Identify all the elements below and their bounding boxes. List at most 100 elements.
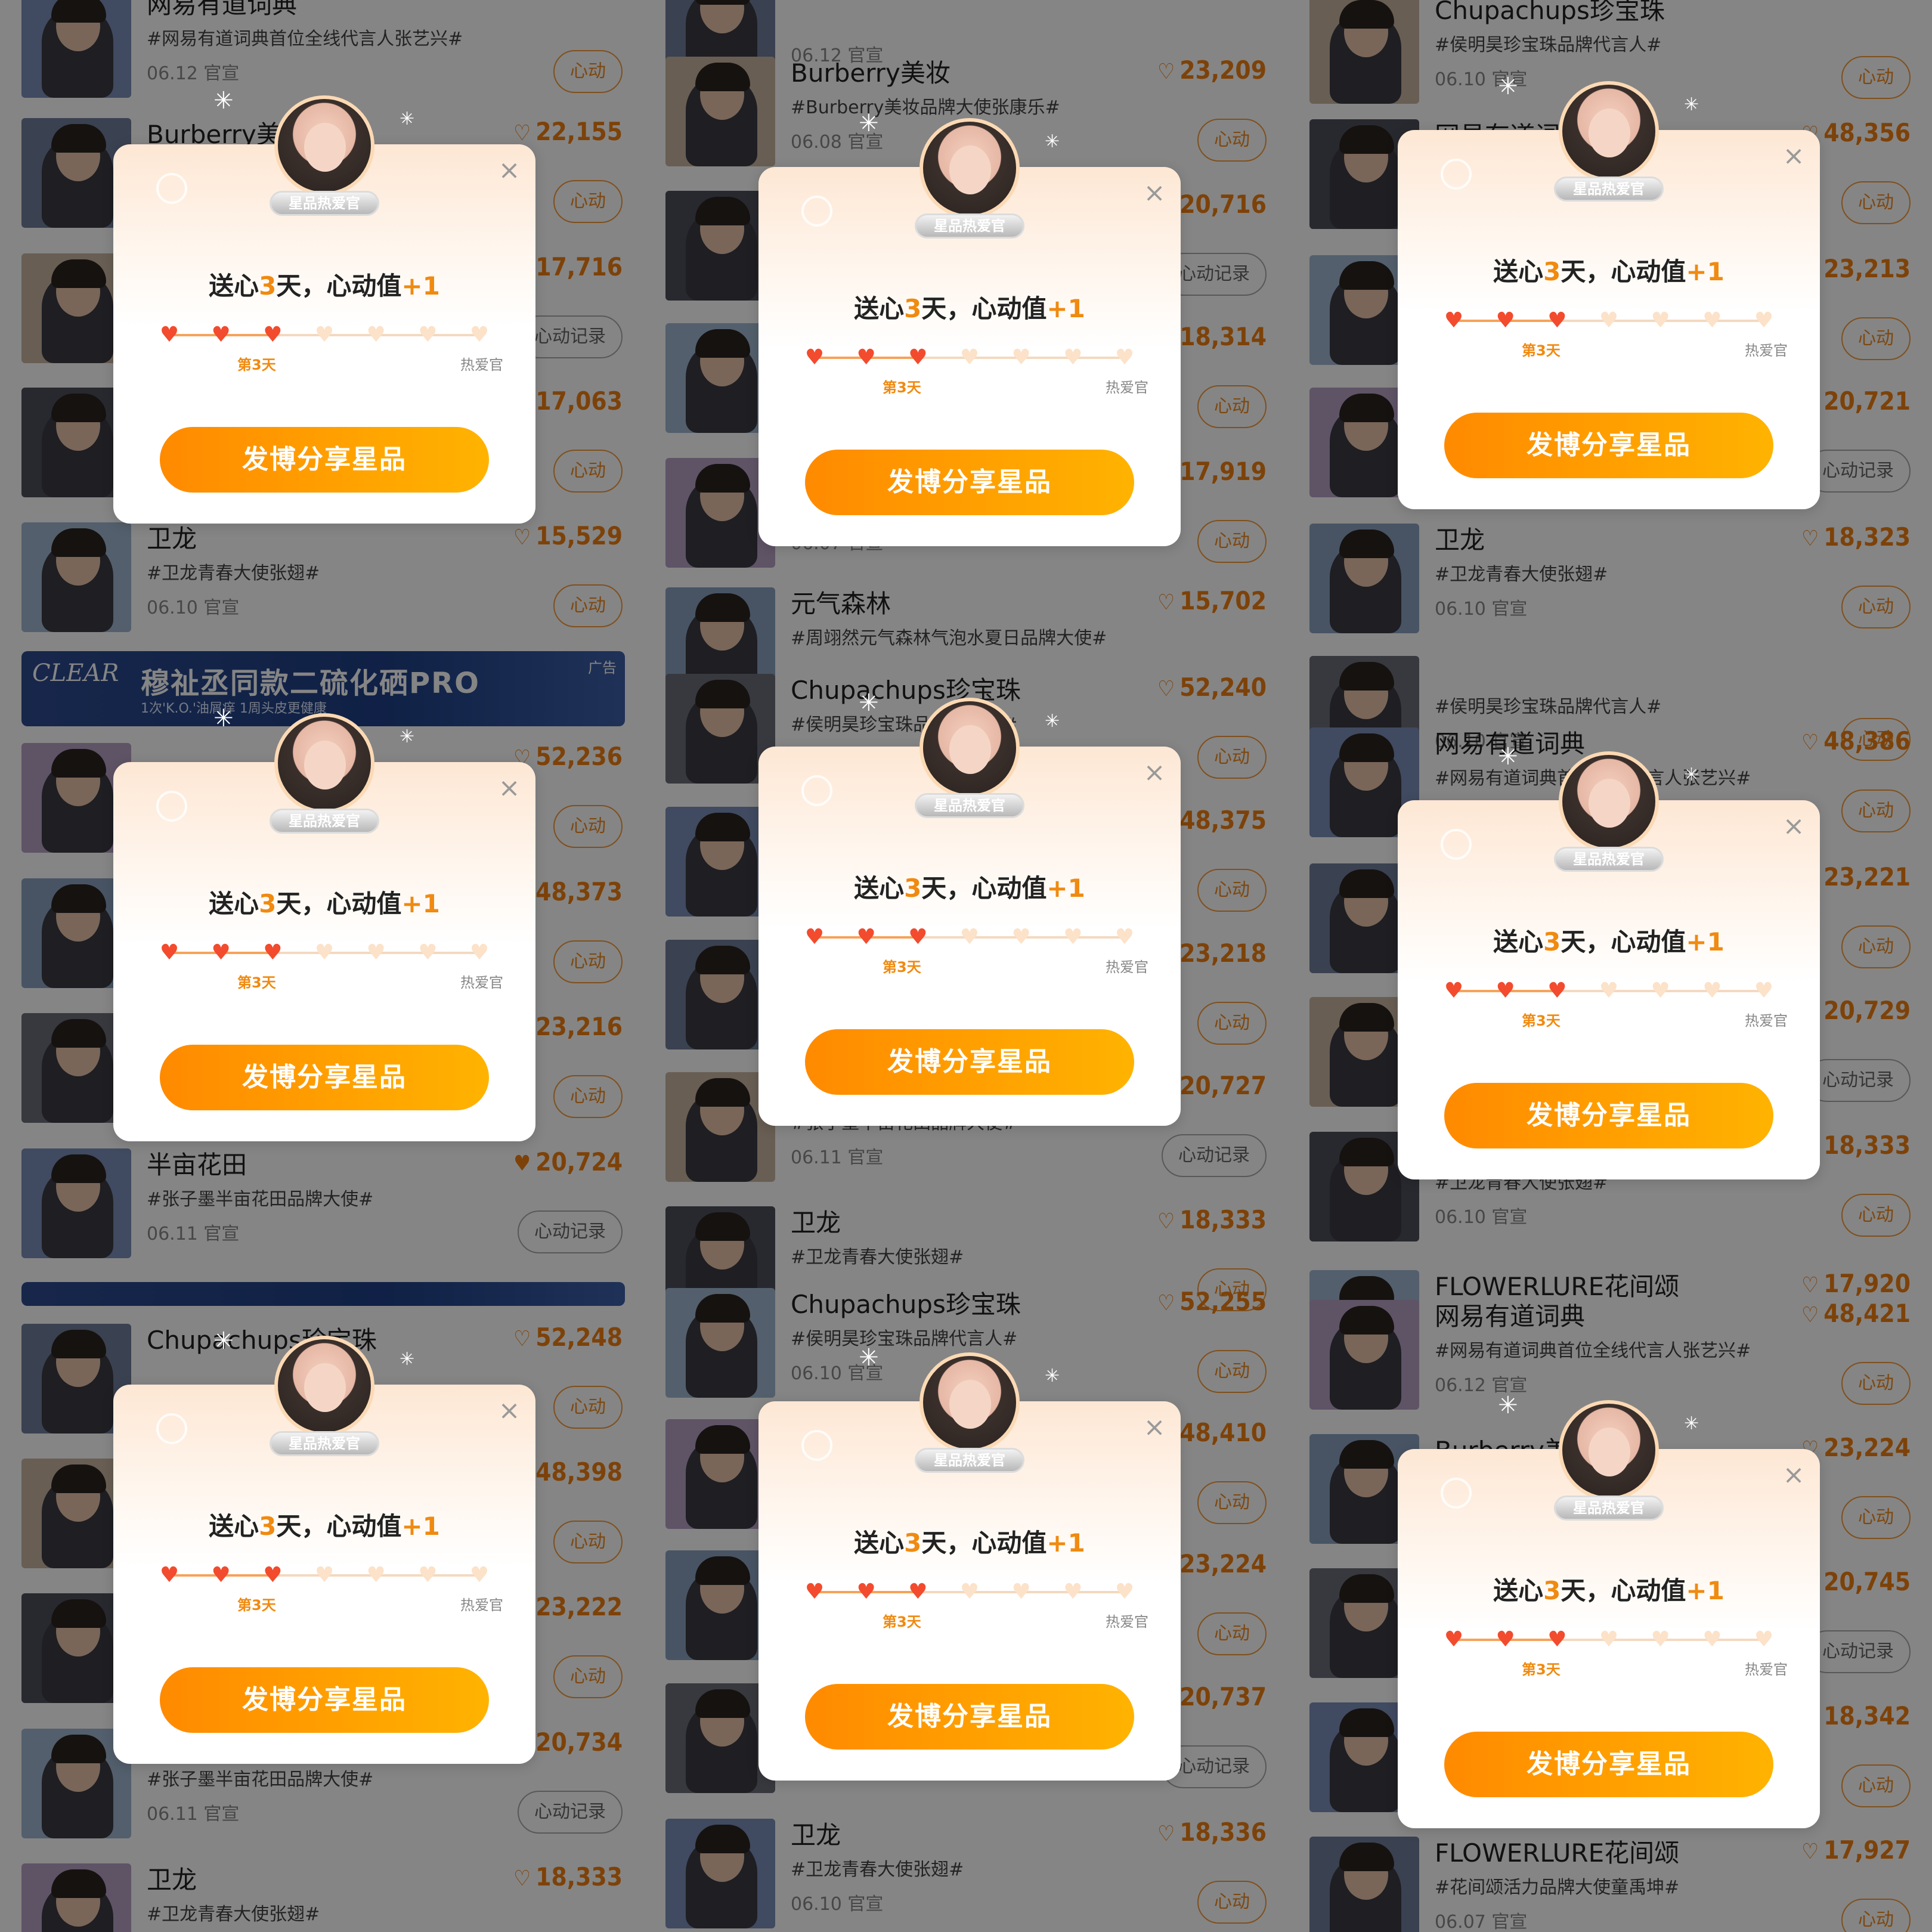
heart-button[interactable]: 心动 bbox=[553, 180, 623, 223]
heart-empty-icon: ♥ bbox=[1651, 1627, 1670, 1652]
heart-button[interactable]: 心动 bbox=[1197, 869, 1267, 912]
hashtag[interactable]: #侯明昊珍宝珠品牌代言人# bbox=[1435, 30, 1661, 56]
brand-name: 卫龙 bbox=[1435, 525, 1485, 555]
brand-thumbnail[interactable] bbox=[21, 522, 131, 632]
hashtag[interactable]: #花间颂活力品牌大使童禹坤# bbox=[1435, 1872, 1679, 1899]
list-item[interactable]: 卫龙 #卫龙青春大使张翅# 06.10 官宣 ♡ 15,529 心动 bbox=[0, 510, 644, 645]
heart-button[interactable]: 心动 bbox=[1841, 586, 1911, 628]
list-item[interactable]: 卫龙 #卫龙青春大使张翅# ♡ 18,333 bbox=[0, 1852, 644, 1932]
brand-name: FLOWERLURE花间颂 bbox=[1435, 1838, 1680, 1868]
close-icon[interactable]: × bbox=[1782, 813, 1806, 840]
heart-button[interactable]: 心动 bbox=[1841, 181, 1911, 224]
brand-thumbnail[interactable] bbox=[665, 57, 775, 166]
close-icon[interactable]: × bbox=[1143, 760, 1166, 786]
heart-button[interactable]: 心动 bbox=[1197, 1002, 1267, 1045]
list-item[interactable]: 半亩花田 #张子墨半亩花田品牌大使# 06.11 官宣 ♥ 20,724 心动记录 bbox=[0, 1137, 644, 1271]
hashtag[interactable]: #张子墨半亩花田品牌大使# bbox=[147, 1764, 373, 1791]
hashtag[interactable]: #卫龙青春大使张翅# bbox=[1435, 559, 1608, 586]
heart-button[interactable]: 心动 bbox=[553, 1655, 623, 1698]
heart-record-button[interactable]: 心动记录 bbox=[1806, 1630, 1911, 1673]
brand-thumbnail[interactable] bbox=[21, 1148, 131, 1258]
heart-filled-icon: ♥ bbox=[1547, 979, 1567, 1003]
list-item[interactable]: 网易有道词典 #网易有道词典首位全线代言人张艺兴# 06.12 官宣 心动 bbox=[0, 0, 644, 111]
close-icon[interactable]: × bbox=[1782, 143, 1806, 169]
heart-button[interactable]: 心动 bbox=[553, 50, 623, 93]
close-icon[interactable]: × bbox=[497, 157, 521, 184]
heart-filled-icon: ♥ bbox=[1547, 308, 1567, 333]
ad-banner[interactable] bbox=[21, 1282, 625, 1306]
heart-button[interactable]: 心动 bbox=[1841, 317, 1911, 360]
list-item[interactable]: 卫龙 #卫龙青春大使张翅# 06.10 官宣 ♡ 18,336 心动 bbox=[644, 1807, 1288, 1932]
heart-record-button[interactable]: 心动记录 bbox=[1162, 1134, 1267, 1177]
heart-record-button[interactable]: 心动记录 bbox=[1806, 1059, 1911, 1102]
close-icon[interactable]: × bbox=[1143, 1414, 1166, 1441]
share-post-button[interactable]: 发博分享星品 bbox=[160, 1045, 489, 1110]
progress-current-label: 第3天 bbox=[883, 1614, 921, 1630]
share-post-button[interactable]: 发博分享星品 bbox=[1444, 1732, 1773, 1797]
share-post-button[interactable]: 发博分享星品 bbox=[805, 450, 1134, 515]
heart-button[interactable]: 心动 bbox=[1197, 1881, 1267, 1924]
heart-button[interactable]: 心动 bbox=[1197, 1350, 1267, 1393]
brand-thumbnail[interactable] bbox=[21, 0, 131, 98]
hashtag[interactable]: #卫龙青春大使张翅# bbox=[147, 1899, 320, 1925]
sparkle-icon: ✳ bbox=[213, 1327, 234, 1355]
hashtag[interactable]: #张子墨半亩花田品牌大使# bbox=[147, 1184, 373, 1210]
heart-button[interactable]: 心动 bbox=[1197, 1612, 1267, 1655]
close-icon[interactable]: × bbox=[497, 775, 521, 801]
heart-button[interactable]: 心动 bbox=[1841, 925, 1911, 968]
heart-outline-icon: ♡ bbox=[1801, 730, 1819, 755]
heart-button[interactable]: 心动 bbox=[1841, 789, 1911, 832]
heart-record-button[interactable]: 心动记录 bbox=[1806, 450, 1911, 493]
hashtag[interactable]: #周翊然元气森林气泡水夏日品牌大使# bbox=[791, 623, 1107, 649]
heart-button[interactable]: 心动 bbox=[1197, 520, 1267, 563]
hashtag[interactable]: #网易有道词典首位全线代言人张艺兴# bbox=[1435, 1336, 1751, 1362]
heart-button[interactable]: 心动 bbox=[1841, 1496, 1911, 1539]
share-post-button[interactable]: 发博分享星品 bbox=[805, 1029, 1134, 1095]
hashtag[interactable]: #侯明昊珍宝珠品牌代言人# bbox=[1435, 692, 1661, 718]
heart-button[interactable]: 心动 bbox=[553, 1521, 623, 1563]
heart-button[interactable]: 心动 bbox=[1841, 1899, 1911, 1932]
heart-button[interactable]: 心动 bbox=[553, 1386, 623, 1429]
brand-thumbnail[interactable] bbox=[1309, 1837, 1419, 1932]
heart-button[interactable]: 心动 bbox=[553, 584, 623, 627]
heart-button[interactable]: 心动 bbox=[1841, 56, 1911, 99]
share-post-button[interactable]: 发博分享星品 bbox=[1444, 413, 1773, 478]
share-post-button[interactable]: 发博分享星品 bbox=[805, 1684, 1134, 1750]
heart-button[interactable]: 心动 bbox=[1841, 1194, 1911, 1237]
hashtag[interactable]: #网易有道词典首位全线代言人张艺兴# bbox=[147, 24, 463, 50]
hashtag[interactable]: #Burberry美妆品牌大使张康乐# bbox=[791, 92, 1060, 119]
brand-thumbnail[interactable] bbox=[21, 1863, 131, 1932]
close-icon[interactable]: × bbox=[497, 1398, 521, 1424]
modal-dialog: ✳ ✳ 星品热爱官 × 送心3天，心动值+1 ♥ ♥ ♥ ♥ ♥ ♥ ♥ 第3天 热爱官 发… bbox=[1398, 743, 1820, 1179]
hashtag[interactable]: #侯明昊珍宝珠品牌代言人# bbox=[791, 1324, 1017, 1350]
heart-button[interactable]: 心动 bbox=[553, 940, 623, 983]
heart-button[interactable]: 心动 bbox=[1197, 385, 1267, 428]
heart-outline-icon: ♡ bbox=[1801, 527, 1819, 551]
heart-button[interactable]: 心动 bbox=[1841, 1362, 1911, 1405]
announce-date: 06.11 官宣 bbox=[147, 1224, 240, 1244]
brand-thumbnail[interactable] bbox=[1309, 524, 1419, 633]
share-post-button[interactable]: 发博分享星品 bbox=[1444, 1083, 1773, 1148]
heart-button[interactable]: 心动 bbox=[1841, 1764, 1911, 1807]
share-post-button[interactable]: 发博分享星品 bbox=[160, 427, 489, 493]
hashtag[interactable]: #卫龙青春大使张翅# bbox=[791, 1854, 964, 1881]
close-icon[interactable]: × bbox=[1782, 1462, 1806, 1488]
heart-button[interactable]: 心动 bbox=[553, 1075, 623, 1118]
close-icon[interactable]: × bbox=[1143, 180, 1166, 206]
heart-button[interactable]: 心动 bbox=[553, 450, 623, 493]
hashtag[interactable]: #卫龙青春大使张翅# bbox=[147, 558, 320, 584]
brand-thumbnail[interactable] bbox=[1309, 0, 1419, 104]
heart-record-button[interactable]: 心动记录 bbox=[518, 1210, 623, 1253]
heart-button[interactable]: 心动 bbox=[1197, 1481, 1267, 1524]
heart-button[interactable]: 心动 bbox=[1197, 119, 1267, 162]
brand-thumbnail[interactable] bbox=[665, 1819, 775, 1928]
hashtag[interactable]: #卫龙青春大使张翅# bbox=[791, 1242, 964, 1268]
list-item[interactable]: FLOWERLURE花间颂 #花间颂活力品牌大使童禹坤# 06.07 官宣 ♡ 17,9… bbox=[1288, 1825, 1932, 1932]
list-item[interactable]: 卫龙 #卫龙青春大使张翅# 06.10 官宣 ♡ 18,323 心动 bbox=[1288, 512, 1932, 646]
share-post-button[interactable]: 发博分享星品 bbox=[160, 1667, 489, 1733]
heart-button[interactable]: 心动 bbox=[1197, 736, 1267, 779]
brand-thumbnail[interactable] bbox=[665, 1288, 775, 1398]
brand-thumbnail[interactable] bbox=[1309, 1300, 1419, 1410]
heart-button[interactable]: 心动 bbox=[553, 805, 623, 848]
heart-record-button[interactable]: 心动记录 bbox=[518, 1791, 623, 1834]
